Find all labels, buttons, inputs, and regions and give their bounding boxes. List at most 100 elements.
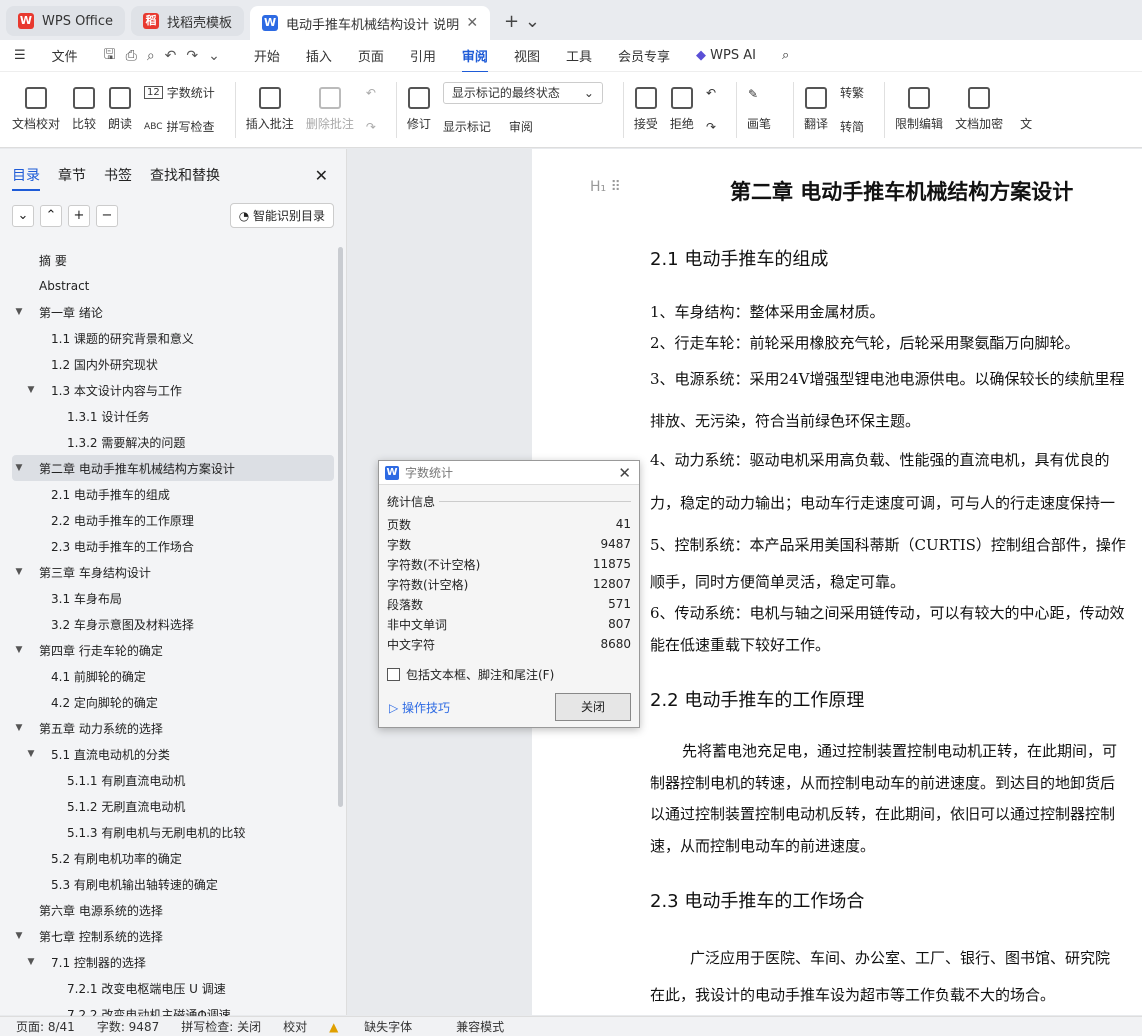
restrict-edit-button[interactable]: 限制编辑 — [895, 87, 943, 132]
menu-page[interactable]: 页面 — [358, 46, 384, 65]
missing-font-indicator[interactable]: ▲ 缺失字体 — [329, 1018, 434, 1035]
toc-item[interactable]: 摘 要 — [12, 247, 334, 273]
heading-handle-icon[interactable]: H₁ ⠿ — [590, 179, 621, 195]
toc-item[interactable]: 7.2.1 改变电枢端电压 U 调速 — [12, 975, 334, 1001]
accept-button[interactable]: 接受 — [634, 87, 658, 132]
toc-item[interactable]: 5.3 有刷电机输出轴转速的确定 — [12, 871, 334, 897]
toc-item[interactable]: ▼ 第二章 电动手推车机械结构方案设计 — [12, 455, 334, 481]
tab-wps-office[interactable]: W WPS Office — [6, 6, 126, 36]
toc-item[interactable]: 第六章 电源系统的选择 — [12, 897, 334, 923]
spell-check-indicator[interactable]: 拼写检查: 关闭 — [181, 1018, 261, 1035]
next-change-icon[interactable]: ↷ — [706, 116, 716, 138]
tab-find-replace[interactable]: 查找和替换 — [150, 165, 220, 185]
toc-item[interactable]: 5.1.2 无刷直流电动机 — [12, 793, 334, 819]
tab-chapters[interactable]: 章节 — [58, 165, 86, 185]
toc-item[interactable]: ▼ 第三章 车身结构设计 — [12, 559, 334, 585]
more-button[interactable]: 文 — [1015, 87, 1037, 132]
to-simplified-button[interactable]: 转简 — [840, 116, 864, 138]
toc-item[interactable]: 3.1 车身布局 — [12, 585, 334, 611]
prev-change-icon[interactable]: ↶ — [706, 82, 716, 104]
track-changes-button[interactable]: 修订 — [407, 87, 431, 132]
toc-item[interactable]: ▼ 7.1 控制器的选择 — [12, 949, 334, 975]
add-icon[interactable]: + — [68, 204, 90, 227]
chevron-down-icon[interactable]: ▼ — [24, 385, 38, 395]
toc-item[interactable]: 3.2 车身示意图及材料选择 — [12, 611, 334, 637]
menu-reference[interactable]: 引用 — [410, 46, 436, 65]
expand-icon[interactable]: ⌃ — [40, 204, 62, 227]
tab-bookmarks[interactable]: 书签 — [104, 165, 132, 185]
preview-icon[interactable]: ⌕ — [147, 48, 155, 64]
chevron-down-icon[interactable]: ▼ — [24, 957, 38, 967]
new-tab-icon[interactable]: + ⌄ — [504, 11, 540, 32]
insert-comment-button[interactable]: 插入批注 — [246, 87, 294, 132]
toc-item[interactable]: ▼ 第四章 行走车轮的确定 — [12, 637, 334, 663]
reject-button[interactable]: 拒绝 — [670, 87, 694, 132]
toc-item[interactable]: 2.2 电动手推车的工作原理 — [12, 507, 334, 533]
encrypt-button[interactable]: 文档加密 — [955, 87, 1003, 132]
translate-button[interactable]: 翻译 — [804, 87, 828, 132]
print-icon[interactable]: ⎙ — [126, 48, 137, 64]
delete-comment-button[interactable]: 删除批注 — [306, 87, 354, 132]
toc-item[interactable]: 4.1 前脚轮的确定 — [12, 663, 334, 689]
compare-button[interactable]: 比较 — [72, 87, 96, 132]
menu-vip[interactable]: 会员专享 — [618, 46, 670, 65]
menu-tools[interactable]: 工具 — [566, 46, 592, 65]
page-indicator[interactable]: 页面: 8/41 — [16, 1018, 75, 1035]
to-traditional-button[interactable]: 转繁 — [840, 82, 864, 104]
spell-check-button[interactable]: ABC 拼写检查 — [144, 116, 215, 138]
save-icon[interactable]: 🖫 — [104, 44, 116, 68]
toc-item[interactable]: 1.3.2 需要解决的问题 — [12, 429, 334, 455]
tab-document[interactable]: W 电动手推车机械结构设计 说明 ✕ — [250, 6, 491, 40]
doc-check-button[interactable]: 文档校对 — [12, 87, 60, 132]
menu-view[interactable]: 视图 — [514, 46, 540, 65]
toc-item[interactable]: ▼ 1.3 本文设计内容与工作 — [12, 377, 334, 403]
close-icon[interactable]: ✕ — [466, 15, 478, 31]
proof-indicator[interactable]: 校对 — [283, 1018, 307, 1035]
chevron-down-icon[interactable]: ▼ — [12, 463, 26, 473]
smart-toc-button[interactable]: ◔ 智能识别目录 — [229, 203, 334, 228]
word-count-button[interactable]: 12 字数统计 — [144, 82, 215, 104]
menu-icon[interactable]: ☰ — [14, 48, 26, 63]
remove-icon[interactable]: − — [96, 204, 118, 227]
chevron-down-icon[interactable]: ▼ — [12, 645, 26, 655]
toc-item[interactable]: 5.1.1 有刷直流电动机 — [12, 767, 334, 793]
chevron-down-icon[interactable]: ▼ — [12, 931, 26, 941]
menu-review[interactable]: 审阅 — [461, 46, 488, 73]
toc-item[interactable]: ▼ 第五章 动力系统的选择 — [12, 715, 334, 741]
toc-item[interactable]: 2.1 电动手推车的组成 — [12, 481, 334, 507]
toc-item[interactable]: ▼ 第七章 控制系统的选择 — [12, 923, 334, 949]
markup-state-select[interactable]: 显示标记的最终状态 ⌄ — [442, 81, 603, 104]
include-notes-checkbox[interactable]: 包括文本框、脚注和尾注(F) — [379, 654, 639, 683]
show-markup-button[interactable]: 显示标记 — [443, 118, 491, 135]
toc-item[interactable]: 5.1.3 有刷电机与无刷电机的比较 — [12, 819, 334, 845]
dialog-titlebar[interactable]: W 字数统计 ✕ — [379, 461, 639, 485]
pen-button[interactable]: ✎ 画笔 — [747, 87, 771, 132]
close-icon[interactable]: ✕ — [618, 464, 631, 482]
toc-item[interactable]: 1.2 国内外研究现状 — [12, 351, 334, 377]
toc-item[interactable]: 1.3.1 设计任务 — [12, 403, 334, 429]
toc-item[interactable]: 1.1 课题的研究背景和意义 — [12, 325, 334, 351]
review-pane-button[interactable]: 审阅 — [509, 118, 533, 135]
chevron-down-icon[interactable]: ▼ — [12, 567, 26, 577]
word-count-indicator[interactable]: 字数: 9487 — [97, 1018, 159, 1035]
toc-item[interactable]: ▼ 5.1 直流电动机的分类 — [12, 741, 334, 767]
close-button[interactable]: 关闭 — [555, 693, 631, 721]
chevron-down-icon[interactable]: ▼ — [12, 723, 26, 733]
chevron-down-icon[interactable]: ⌄ — [208, 48, 220, 64]
prev-comment-icon[interactable]: ↶ — [366, 82, 376, 104]
toc-item[interactable]: 4.2 定向脚轮的确定 — [12, 689, 334, 715]
menu-insert[interactable]: 插入 — [306, 46, 332, 65]
toc-item[interactable]: 5.2 有刷电机功率的确定 — [12, 845, 334, 871]
chevron-down-icon[interactable]: ▼ — [12, 307, 26, 317]
menu-file[interactable]: 文件 — [52, 46, 78, 65]
close-icon[interactable]: ✕ — [315, 166, 328, 185]
toc-item[interactable]: ▼ 第一章 绪论 — [12, 299, 334, 325]
tab-docer-template[interactable]: 稻 找稻壳模板 — [131, 6, 245, 36]
chevron-down-icon[interactable]: ▼ — [24, 749, 38, 759]
next-comment-icon[interactable]: ↷ — [366, 116, 376, 138]
toc-item[interactable]: 2.3 电动手推车的工作场合 — [12, 533, 334, 559]
tips-link[interactable]: ▷ 操作技巧 — [389, 699, 450, 716]
collapse-icon[interactable]: ⌄ — [12, 204, 34, 227]
toc-scrollbar[interactable] — [338, 247, 343, 807]
wps-ai-button[interactable]: ◆ WPS AI — [696, 48, 756, 63]
